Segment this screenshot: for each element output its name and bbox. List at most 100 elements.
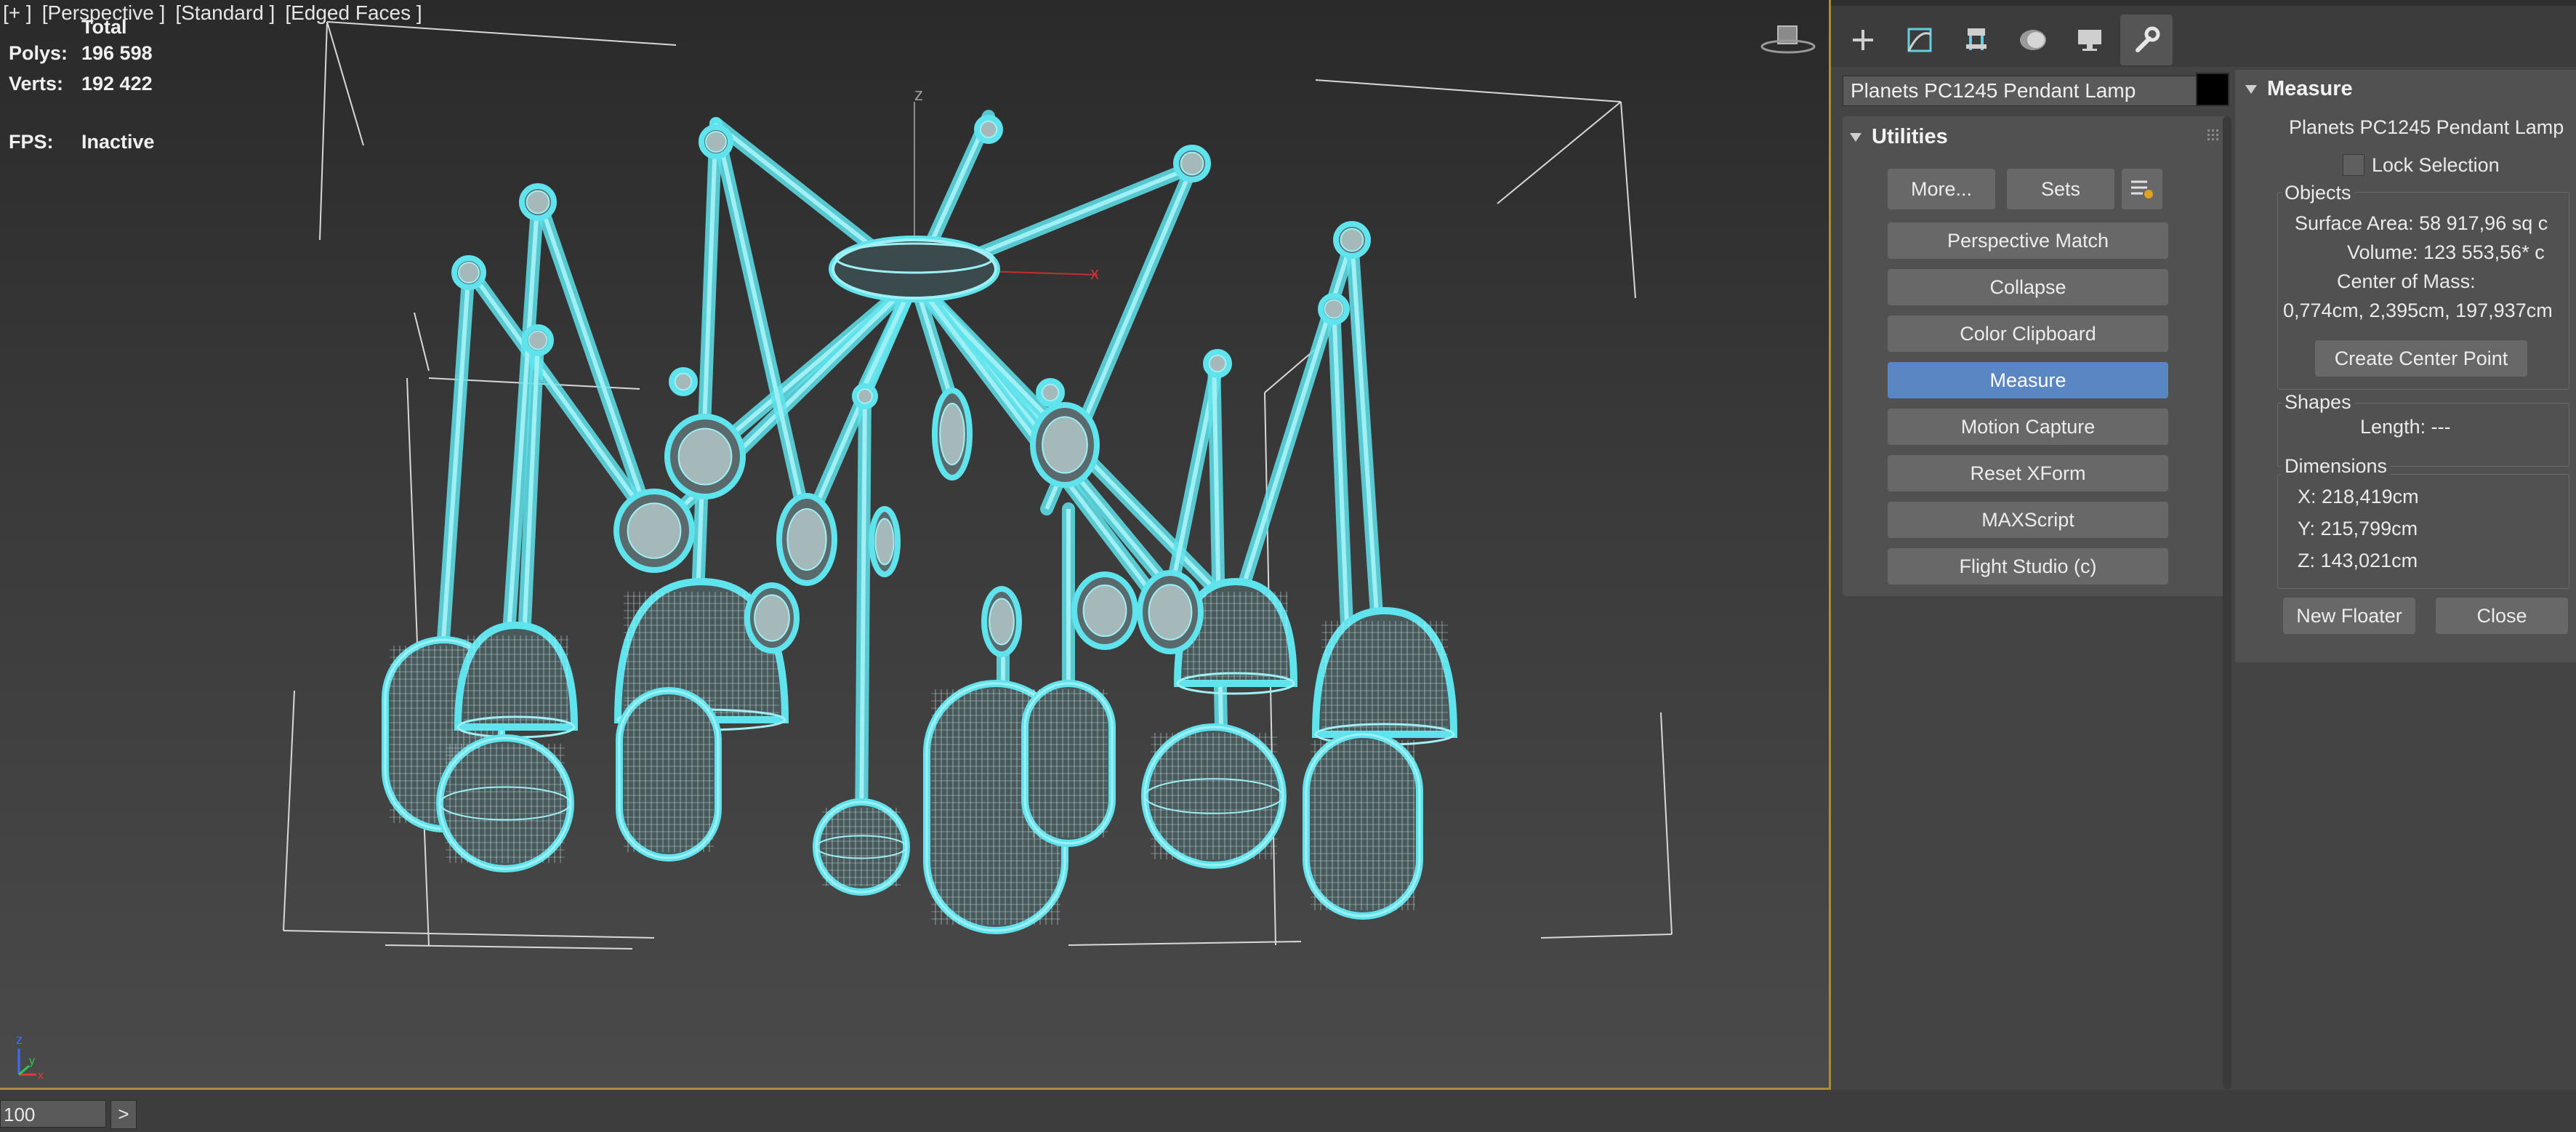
- pivot-disc-inner: [754, 594, 790, 642]
- axis-tripod-icon: z y x: [16, 1032, 44, 1082]
- plus-icon: [1853, 30, 1873, 50]
- pivot-disc-inner: [989, 598, 1015, 646]
- hierarchy-icon: [1966, 28, 1987, 50]
- pendant-capsule: [1303, 731, 1423, 920]
- stats-polys-value: 196 598: [81, 42, 153, 64]
- panel-scrollbar[interactable]: [2223, 116, 2231, 1089]
- dimension-x-readout: X: 218,419cm: [2298, 486, 2419, 507]
- pendant-dome: [1311, 606, 1458, 738]
- pulley-wheel-inner: [526, 190, 550, 214]
- perspective-match-button[interactable]: Perspective Match: [1888, 222, 2168, 259]
- frame-counter-field[interactable]: 100: [0, 1100, 106, 1128]
- hierarchy-tab[interactable]: [1950, 15, 2003, 65]
- bounding-box-edge: [283, 690, 295, 931]
- pulley-wheel-inner: [674, 372, 693, 391]
- pivot-disc-inner: [1148, 584, 1193, 641]
- surface-area-readout: Surface Area: 58 917,96 sq c: [2295, 212, 2548, 234]
- viewport-display-menu[interactable]: [Edged Faces ]: [285, 1, 422, 24]
- scene-canvas[interactable]: zx: [0, 0, 1829, 1088]
- create-center-point-button[interactable]: Create Center Point: [2315, 340, 2527, 377]
- lock-selection-checkbox[interactable]: [2343, 154, 2364, 176]
- pivot-disc-inner: [874, 518, 895, 566]
- stats-verts-value: 192 422: [81, 73, 153, 95]
- pivot-disc-inner: [786, 508, 827, 571]
- volume-readout: Volume: 123 553,56* c: [2347, 241, 2545, 263]
- pulley-wheel-inner: [705, 131, 727, 153]
- world-z-label: z: [914, 85, 923, 105]
- pulley-wheel-inner: [1324, 299, 1344, 319]
- bounding-box-edge: [414, 312, 430, 372]
- viewport-label-menu[interactable]: [+ ] [Perspective ] [Standard ] [Edged Face…: [3, 1, 432, 25]
- tripod-x-label: x: [38, 1069, 44, 1082]
- new-floater-button[interactable]: New Floater: [2283, 598, 2415, 634]
- pulley-wheel-inner: [1340, 228, 1364, 252]
- next-frame-button[interactable]: >: [110, 1100, 137, 1129]
- collapse-triangle-icon: [2245, 85, 2257, 95]
- bounding-box-edge: [1660, 712, 1673, 935]
- lock-selection-label: Lock Selection: [2372, 154, 2500, 176]
- measure-rollout-header[interactable]: Measure: [2245, 77, 2353, 101]
- center-of-mass-readout: 0,774cm, 2,395cm, 197,937cm: [2283, 300, 2553, 321]
- motion-tab[interactable]: [2007, 15, 2059, 65]
- tripod-z-label: z: [16, 1032, 23, 1047]
- modify-curve-icon: [1907, 28, 1932, 52]
- create-tab[interactable]: [1837, 15, 1889, 65]
- shapes-group-label: Shapes: [2282, 391, 2354, 414]
- measure-rollout: Measure Planets PC1245 Pendant Lamp Lock…: [2235, 70, 2576, 662]
- viewcube-home-icon[interactable]: [1759, 22, 1817, 58]
- pulley-wheel-inner: [1041, 383, 1060, 402]
- collapse-button[interactable]: Collapse: [1888, 269, 2168, 305]
- display-tab[interactable]: [2064, 15, 2116, 65]
- bottom-status-bar: 100 >: [0, 1090, 2576, 1132]
- pivot-disc-inner: [627, 502, 682, 559]
- color-clipboard-button[interactable]: Color Clipboard: [1888, 316, 2168, 352]
- pivot-disc-inner: [939, 403, 965, 465]
- modify-tab[interactable]: [1893, 15, 1946, 65]
- tripod-y-label: y: [29, 1055, 35, 1067]
- pulley-rod-core: [536, 196, 656, 535]
- length-readout: Length: ---: [2360, 416, 2451, 438]
- list-settings-icon: [2131, 180, 2153, 198]
- pulley-wheel-inner: [979, 120, 998, 139]
- viewport-plus-menu[interactable]: [+ ]: [3, 1, 32, 24]
- stats-polys-label: Polys:: [9, 42, 68, 64]
- bounding-box-edge: [319, 21, 328, 241]
- command-panel: Planets PC1245 Pendant Lamp Utilities Mo…: [1831, 0, 2576, 1090]
- utilities-tab[interactable]: [2120, 15, 2173, 65]
- object-color-swatch[interactable]: [2196, 73, 2229, 106]
- utilities-title: Utilities: [1872, 125, 1948, 148]
- viewport-shading-menu[interactable]: [Standard ]: [175, 1, 275, 24]
- motion-capture-button[interactable]: Motion Capture: [1888, 409, 2168, 445]
- bounding-box-edge: [1068, 941, 1302, 946]
- configure-sets-button[interactable]: [2122, 169, 2162, 209]
- grip-dots-icon: [2207, 129, 2218, 140]
- sets-button[interactable]: Sets: [2007, 169, 2114, 209]
- cord-core: [441, 268, 471, 641]
- measured-object-name: Planets PC1245 Pendant Lamp: [2289, 116, 2564, 138]
- world-x-label: x: [1090, 264, 1099, 284]
- object-name-field[interactable]: Planets PC1245 Pendant Lamp: [1843, 76, 2202, 106]
- collapse-triangle-icon: [1850, 133, 1861, 142]
- pulley-wheel-inner: [528, 330, 548, 350]
- motion-icon: [2020, 30, 2046, 50]
- dimension-y-readout: Y: 215,799cm: [2298, 518, 2418, 539]
- pulley-rod-core: [467, 268, 660, 532]
- utilities-rollout-header[interactable]: Utilities: [1850, 125, 1948, 149]
- measure-button[interactable]: Measure: [1888, 362, 2168, 398]
- stats-total-label: Total: [81, 16, 127, 38]
- monitor-icon: [2078, 30, 2101, 51]
- pivot-disc-inner: [677, 427, 733, 486]
- more-utilities-button[interactable]: More...: [1888, 169, 1995, 209]
- pivot-disc-inner: [1082, 585, 1127, 637]
- bounding-box-edge: [1540, 934, 1673, 939]
- reset-xform-button[interactable]: Reset XForm: [1888, 455, 2168, 491]
- perspective-viewport[interactable]: zx [+ ] [Perspective ] [Standard ] [Edged F…: [0, 0, 1831, 1090]
- cord-core: [1350, 239, 1380, 626]
- maxscript-button[interactable]: MAXScript: [1888, 502, 2168, 538]
- flight-studio-button[interactable]: Flight Studio (c): [1888, 548, 2168, 585]
- stats-fps-label: FPS:: [9, 131, 54, 153]
- pivot-disc-inner: [1042, 416, 1088, 474]
- close-measure-button[interactable]: Close: [2436, 598, 2568, 634]
- bounding-box-edge: [1620, 101, 1636, 299]
- utilities-rollout: Utilities More... Sets Perspective Match…: [1843, 116, 2226, 596]
